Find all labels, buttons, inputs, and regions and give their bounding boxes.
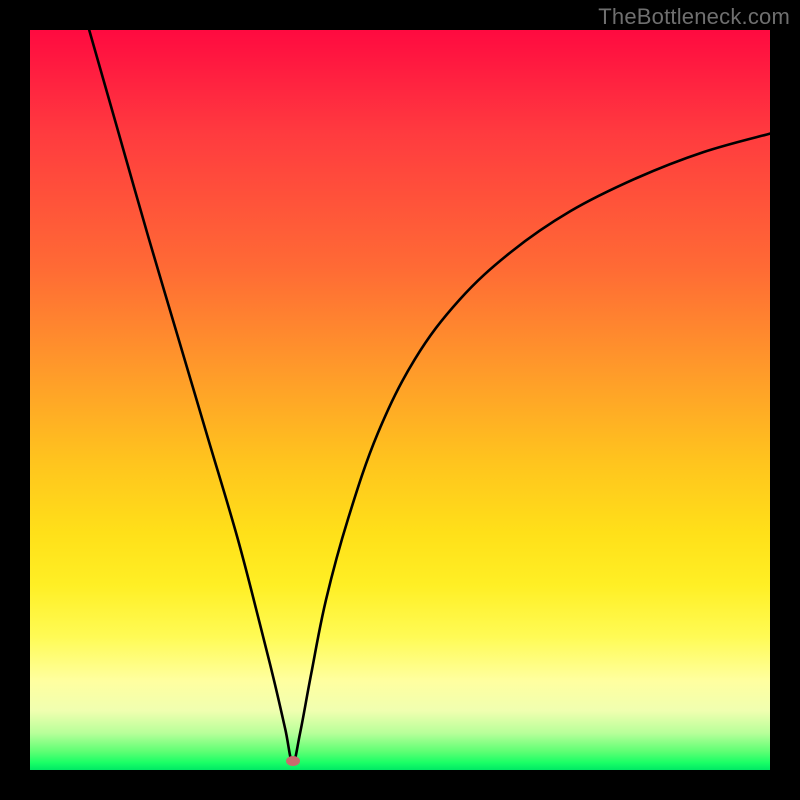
bottleneck-curve-path — [89, 30, 770, 763]
optimum-marker — [286, 756, 300, 766]
curve-layer — [30, 30, 770, 770]
chart-frame: TheBottleneck.com — [0, 0, 800, 800]
plot-area — [30, 30, 770, 770]
watermark-text: TheBottleneck.com — [598, 4, 790, 30]
